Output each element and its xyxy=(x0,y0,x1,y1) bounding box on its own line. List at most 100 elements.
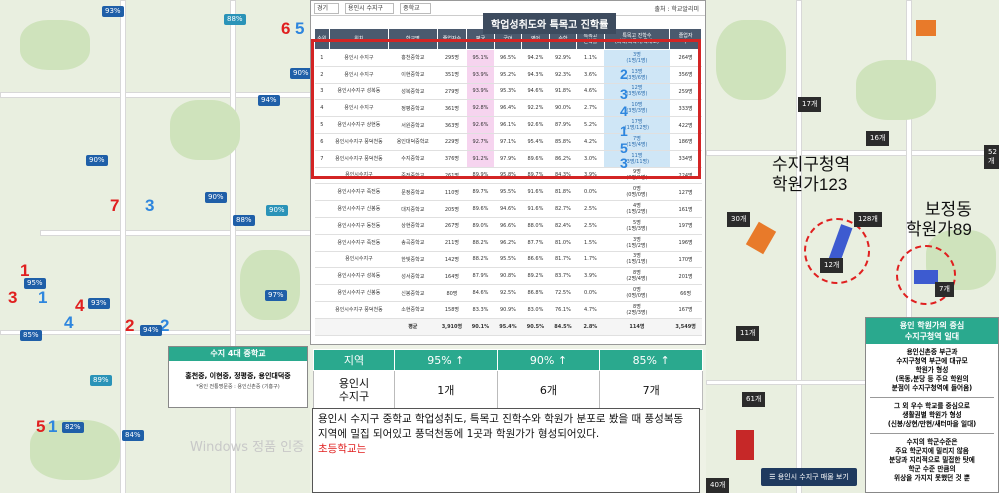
table-cell: 90.5% xyxy=(521,318,550,336)
school-table: 순위 위치 학교명 졸업자수 평균 국어 영어 수학 특목고 진학률 특목고 진학수 (과학/외국… xyxy=(314,28,702,336)
table-cell: 수지중학교 xyxy=(388,150,438,168)
academy-count[interactable]: 11개 xyxy=(736,326,760,341)
academy-count[interactable]: 30개 xyxy=(727,212,751,227)
table-cell: 용인시수지구 성복동 xyxy=(329,83,389,101)
table-cell: 89.7% xyxy=(466,183,495,202)
table-cell: 9명 (3명/1명) xyxy=(604,167,670,185)
academy-count[interactable]: 128개 xyxy=(854,212,882,227)
table-cell: 용인시수지구 xyxy=(329,167,389,185)
table-row: 용인시수지구 죽전동 문정중학교 110명 89.7% 95.5% 91.6% 81.8% 0… xyxy=(314,183,702,202)
summary-table: 지역 95% ↑ 90% ↑ 85% ↑ 용인시 수지구 1개 6개 7개 xyxy=(313,349,703,410)
table-row: 용인시수지구 신봉동 대지중학교 205명 89.6% 94.6% 91.6% 82.7% 2… xyxy=(314,200,702,218)
table-cell: 351명 xyxy=(437,66,467,84)
table-cell: 83.7% xyxy=(549,267,577,286)
school-pin[interactable]: 88% xyxy=(233,215,255,226)
table-cell: 87.7% xyxy=(521,234,550,252)
table-cell: 95.8% xyxy=(494,167,522,185)
school-pin[interactable]: 93% xyxy=(102,6,124,17)
table-cell xyxy=(314,301,330,319)
summary-row: 용인시 수지구 1개 6개 7개 xyxy=(313,370,703,410)
table-cell: 상현중학교 xyxy=(388,217,438,235)
academy-count[interactable]: 7개 xyxy=(935,282,954,297)
table-cell: 95.4% xyxy=(521,133,550,151)
school-pin[interactable]: 94% xyxy=(258,95,280,106)
table-cell: 92.6% xyxy=(521,116,550,134)
table-cell: 81.0% xyxy=(549,234,577,252)
school-pin[interactable]: 90% xyxy=(290,68,310,79)
table-cell: 0명 (0명/0명) xyxy=(604,284,670,302)
academy-info-box: 용인 학원가의 중심 수지구청역 일대 용인신촌중 부근과 수지구청역 부근에 … xyxy=(865,317,999,493)
table-cell: 4 xyxy=(314,99,330,118)
table-cell: 167명 xyxy=(669,301,702,319)
table-cell: 86.8% xyxy=(521,284,550,302)
table-cell: 91.2% xyxy=(466,150,495,168)
academy-count[interactable]: 40개 xyxy=(706,478,730,493)
table-cell: 96.1% xyxy=(494,116,522,134)
table-cell: 12명 (3명/6명) xyxy=(604,83,670,101)
school-pin[interactable]: 89% xyxy=(90,375,112,386)
map-number: 1 xyxy=(38,288,48,307)
school-pin[interactable]: 93% xyxy=(88,298,110,309)
academy-count[interactable]: 52개 xyxy=(984,145,999,169)
map-number: 5 xyxy=(36,417,46,436)
academy-count[interactable]: 12개 xyxy=(820,258,844,273)
table-cell: 114명 xyxy=(604,318,670,336)
level-select[interactable]: 중학교 xyxy=(400,2,431,14)
academy-count[interactable]: 16개 xyxy=(866,131,890,146)
table-cell: 83.3% xyxy=(466,301,495,319)
table-title: 학업성취도와 특목고 진학률 xyxy=(483,13,617,34)
school-pin[interactable]: 90% xyxy=(86,155,108,166)
table-cell: 205명 xyxy=(437,200,467,218)
table-cell: 정평중학교 xyxy=(388,99,438,118)
table-cell: 92.3% xyxy=(549,66,577,84)
table-cell: 110명 xyxy=(437,183,467,202)
table-cell: 95.5% xyxy=(494,251,522,269)
table-cell: 93.9% xyxy=(466,66,495,84)
academy-count[interactable]: 61개 xyxy=(742,392,766,407)
table-cell: 211명 xyxy=(437,234,467,252)
school-pin[interactable]: 84% xyxy=(122,430,144,441)
table-cell: 서원중학교 xyxy=(388,116,438,134)
table-cell: 죽전중학교 xyxy=(388,167,438,185)
table-cell xyxy=(314,183,330,202)
school-pin[interactable]: 94% xyxy=(140,325,162,336)
academy-info-title: 용인 학원가의 중심 수지구청역 일대 xyxy=(866,318,998,344)
school-pin[interactable]: 90% xyxy=(205,192,227,203)
table-row: 1 용인시 수지구 홍천중학교 295명 95.1% 96.5% 94.2% 92.9% 1.1… xyxy=(314,49,702,67)
table-cell: 5명 (1명/3명) xyxy=(604,217,670,235)
city-select[interactable]: 용인시 수지구 xyxy=(345,2,395,14)
table-cell: 91.8% xyxy=(549,83,577,101)
table-cell: 85.8% xyxy=(549,133,577,151)
table-cell: 1 xyxy=(314,49,330,67)
table-cell: 성복중학교 xyxy=(388,83,438,101)
table-cell: 95.2% xyxy=(494,66,522,84)
table-cell: 127명 xyxy=(669,183,702,202)
table-cell: 4.7% xyxy=(576,301,605,319)
view-listings-button[interactable]: ☰ 용인시 수지구 매물 보기 xyxy=(761,468,857,486)
description-red-text: 초등학교는 xyxy=(318,443,367,455)
map-left[interactable]: 6 5 7 3 1 3 1 4 4 2 2 5 1 93% 88% 90% 94… xyxy=(0,0,310,493)
table-cell: 용인시수지구 성복동 xyxy=(329,267,389,286)
school-pin[interactable]: 82% xyxy=(62,422,84,433)
school-pin[interactable]: 97% xyxy=(265,290,287,301)
region-select[interactable]: 경기 xyxy=(314,2,340,14)
table-cell: 267명 xyxy=(437,217,467,235)
table-column-header: 학교명 xyxy=(388,28,438,50)
school-table-panel: 경기 용인시 수지구 중학교 출처 : 학교알리미 학업성취도와 특목고 진학률… xyxy=(310,0,706,345)
table-cell: 11명 (3명/11명) xyxy=(604,150,670,168)
table-cell: 3.6% xyxy=(576,66,605,84)
school-pin[interactable]: 85% xyxy=(20,330,42,341)
table-cell: 92.5% xyxy=(494,284,522,302)
description-box: 용인시 수지구 중학교 학업성취도, 특목고 진학수와 학원가 분포로 봤을 때… xyxy=(312,408,700,493)
table-cell: 신봉중학교 xyxy=(388,284,438,302)
school-pin[interactable]: 95% xyxy=(24,278,46,289)
table-column-header: 졸업자 수 xyxy=(669,28,702,50)
school-pin[interactable]: 88% xyxy=(224,14,246,25)
table-cell xyxy=(314,284,330,302)
map-number: 6 xyxy=(281,19,291,38)
school-pin[interactable]: 90% xyxy=(266,205,288,216)
academy-count[interactable]: 17개 xyxy=(798,97,822,112)
table-cell: 한빛중학교 xyxy=(388,251,438,269)
academy-info-paragraph: 그 외 우수 학교를 중심으로 생활권별 학원가 형성 (신봉/상현/만현/새터… xyxy=(887,402,977,428)
table-cell: 261명 xyxy=(437,167,467,185)
